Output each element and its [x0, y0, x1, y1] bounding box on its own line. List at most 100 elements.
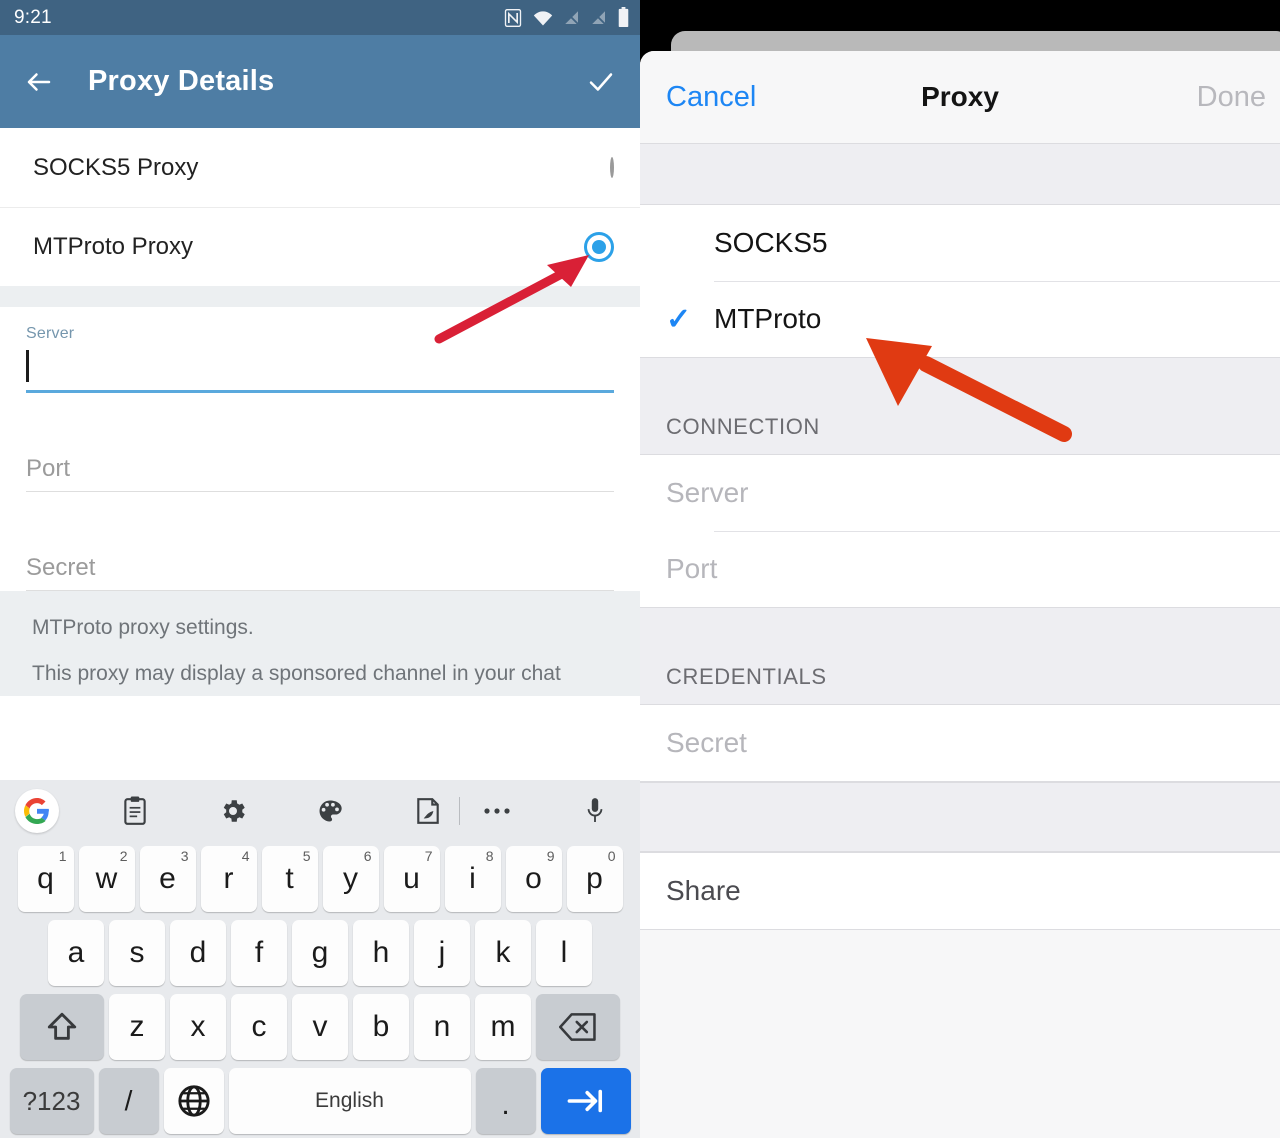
- signal-off-icon: [564, 10, 580, 25]
- microphone-icon[interactable]: [568, 796, 622, 826]
- key-j[interactable]: j: [414, 920, 470, 986]
- slash-key[interactable]: /: [98, 1068, 159, 1134]
- server-field-label: Server: [26, 325, 75, 342]
- secret-input[interactable]: Secret: [26, 492, 614, 590]
- clipboard-icon[interactable]: [108, 796, 162, 826]
- symbols-key[interactable]: ?123: [9, 1068, 94, 1134]
- proxy-type-socks5[interactable]: SOCKS5 Proxy: [0, 128, 640, 207]
- share-button[interactable]: Share: [640, 853, 1280, 929]
- key-k[interactable]: k: [475, 920, 531, 986]
- google-logo-icon[interactable]: [10, 789, 64, 833]
- keyboard-row-2: a s d f g h j k l: [0, 916, 640, 990]
- key-o[interactable]: 9o: [505, 846, 562, 912]
- key-c[interactable]: c: [231, 994, 287, 1060]
- status-icon-group: [503, 7, 630, 28]
- key-r-label: r: [223, 862, 234, 895]
- signal-off-icon-2: [591, 10, 607, 25]
- key-o-number: 9: [546, 848, 555, 864]
- key-r[interactable]: 4r: [200, 846, 257, 912]
- key-t[interactable]: 5t: [261, 846, 318, 912]
- sticker-icon[interactable]: [401, 797, 455, 825]
- ios-telegram-proxy-screen: Cancel Proxy Done SOCKS5 ✓ MTProto CONNE…: [640, 0, 1280, 1138]
- top-spacer-band: [640, 143, 1280, 204]
- key-e[interactable]: 3e: [139, 846, 196, 912]
- key-a[interactable]: a: [48, 920, 104, 986]
- key-n[interactable]: n: [414, 994, 470, 1060]
- space-key[interactable]: English: [228, 1068, 471, 1134]
- shift-icon[interactable]: [20, 994, 104, 1060]
- ios-port-field[interactable]: Port: [640, 531, 1280, 607]
- port-field[interactable]: Port: [26, 393, 614, 492]
- gear-icon[interactable]: [206, 796, 260, 826]
- backspace-icon[interactable]: [536, 994, 620, 1060]
- secret-field-underline: [26, 590, 614, 591]
- share-group: Share: [640, 852, 1280, 930]
- back-arrow-icon[interactable]: [22, 67, 56, 97]
- server-input[interactable]: [26, 343, 614, 390]
- checkmark-icon: ✓: [666, 302, 692, 336]
- period-key[interactable]: .: [475, 1068, 536, 1134]
- key-q-label: q: [37, 862, 54, 895]
- keyboard-row-3: z x c v b n m: [0, 990, 640, 1064]
- key-q[interactable]: 1q: [17, 846, 74, 912]
- globe-icon[interactable]: [163, 1068, 224, 1134]
- android-keyboard: 1q 2w 3e 4r 5t 6y 7u 8i 9o 0p a s d f g …: [0, 780, 640, 1138]
- proxy-form: Server Port Secret: [0, 307, 640, 591]
- key-u[interactable]: 7u: [383, 846, 440, 912]
- page-title: Proxy Details: [88, 65, 275, 97]
- key-b[interactable]: b: [353, 994, 409, 1060]
- key-u-label: u: [403, 862, 420, 895]
- key-v[interactable]: v: [292, 994, 348, 1060]
- key-y[interactable]: 6y: [322, 846, 379, 912]
- radio-unselected-icon[interactable]: [610, 156, 614, 178]
- text-caret: [26, 349, 29, 382]
- ios-option-mtproto[interactable]: ✓ MTProto: [640, 281, 1280, 357]
- key-i[interactable]: 8i: [444, 846, 501, 912]
- proxy-type-socks5-label: SOCKS5 Proxy: [33, 153, 199, 181]
- key-p-label: p: [586, 862, 603, 895]
- key-s[interactable]: s: [109, 920, 165, 986]
- key-p-number: 0: [607, 848, 616, 864]
- group-spacer: [640, 782, 1280, 852]
- key-y-label: y: [343, 862, 358, 895]
- section-divider-band: [0, 286, 640, 307]
- key-d[interactable]: d: [170, 920, 226, 986]
- radio-selected-icon[interactable]: [584, 231, 614, 262]
- key-x[interactable]: x: [170, 994, 226, 1060]
- ios-server-placeholder: Server: [666, 477, 749, 508]
- key-p[interactable]: 0p: [566, 846, 623, 912]
- key-w[interactable]: 2w: [78, 846, 135, 912]
- android-status-bar: 9:21: [0, 0, 640, 35]
- tab-next-icon[interactable]: [540, 1068, 631, 1134]
- key-z[interactable]: z: [109, 994, 165, 1060]
- port-input[interactable]: Port: [26, 393, 614, 491]
- section-header-connection: CONNECTION: [640, 358, 1280, 454]
- more-icon[interactable]: [470, 806, 524, 816]
- key-g[interactable]: g: [292, 920, 348, 986]
- cancel-button[interactable]: Cancel: [666, 81, 756, 114]
- key-h[interactable]: h: [353, 920, 409, 986]
- key-w-label: w: [95, 862, 118, 895]
- ios-server-field[interactable]: Server: [640, 455, 1280, 531]
- key-m[interactable]: m: [475, 994, 531, 1060]
- ios-port-placeholder: Port: [666, 553, 718, 584]
- keyboard-row-4: ?123 / English .: [0, 1064, 640, 1138]
- ios-secret-placeholder: Secret: [666, 727, 747, 758]
- section-header-credentials: CREDENTIALS: [640, 608, 1280, 704]
- server-field[interactable]: Server: [26, 307, 614, 393]
- ios-option-socks5[interactable]: SOCKS5: [640, 205, 1280, 281]
- proxy-help-text: MTProto proxy settings. This proxy may d…: [0, 591, 640, 696]
- secret-field[interactable]: Secret: [26, 492, 614, 591]
- proxy-type-mtproto[interactable]: MTProto Proxy: [0, 207, 640, 286]
- ios-option-socks5-label: SOCKS5: [714, 227, 828, 258]
- key-l[interactable]: l: [536, 920, 592, 986]
- key-f[interactable]: f: [231, 920, 287, 986]
- key-i-number: 8: [485, 848, 494, 864]
- palette-icon[interactable]: [303, 797, 357, 825]
- help-line-2: This proxy may display a sponsored chann…: [32, 662, 561, 686]
- wifi-icon: [533, 10, 553, 25]
- check-icon[interactable]: [584, 67, 618, 97]
- done-button[interactable]: Done: [1197, 81, 1266, 114]
- battery-icon: [618, 7, 629, 28]
- ios-secret-field[interactable]: Secret: [640, 705, 1280, 781]
